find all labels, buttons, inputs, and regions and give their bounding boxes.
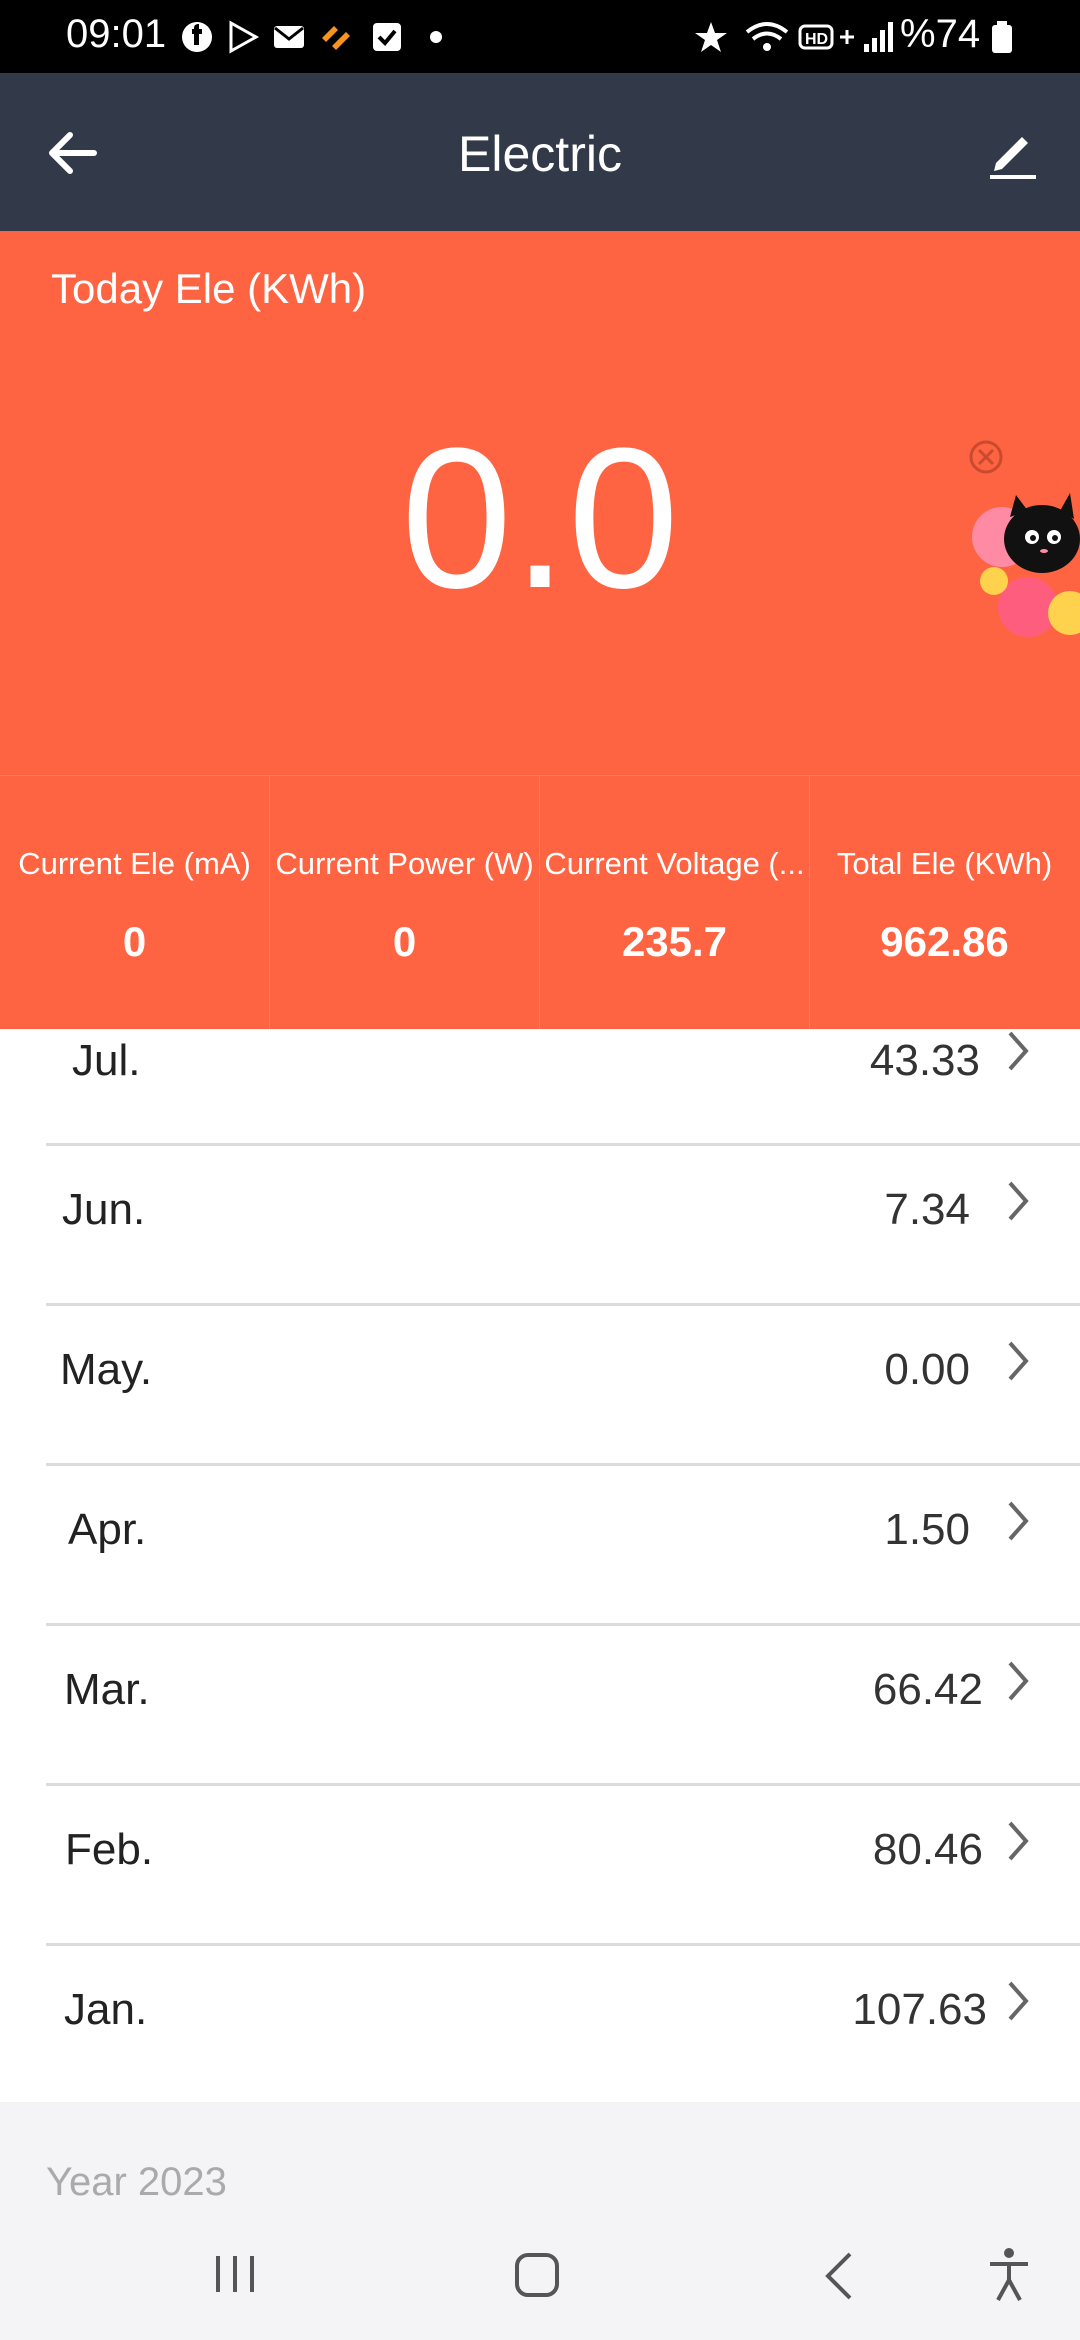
year-section-header: Year 2023 (46, 2160, 227, 2204)
stat-label: Current Power (W) (275, 846, 534, 881)
mail-icon (274, 26, 304, 48)
month-label: Apr. (68, 1505, 147, 1554)
list-item-apr[interactable]: Apr. 1.50 (0, 1465, 1080, 1625)
stat-label: Total Ele (KWh) (836, 846, 1053, 881)
list-item-jun[interactable]: Jun. 7.34 (0, 1145, 1080, 1305)
chevron-right-icon (1008, 1341, 1029, 1381)
month-label: Feb. (65, 1825, 154, 1874)
list-item-feb[interactable]: Feb. 80.46 (0, 1785, 1080, 1945)
recent-apps-icon[interactable] (210, 2252, 260, 2296)
play-store-icon (229, 20, 260, 54)
promo-cat-icon[interactable] (970, 477, 1080, 647)
chevron-right-icon (1008, 1181, 1029, 1221)
status-bar: 09:01 HD %74 (0, 0, 1080, 73)
battery-icon (992, 21, 1012, 53)
facebook-icon (182, 22, 212, 52)
chevron-right-icon (1008, 1031, 1029, 1071)
month-label: Jun. (62, 1185, 146, 1234)
month-label: Jan. (64, 1985, 148, 2034)
home-icon[interactable] (512, 2250, 562, 2300)
energy-summary-panel: Today Ele (KWh) 0.0 Current Ele (mA) 0 C… (0, 231, 1080, 1030)
list-item-may[interactable]: May. 0.00 (0, 1305, 1080, 1465)
top-app-bar: Electric (0, 73, 1080, 231)
hd-signal-icon: HD (798, 24, 854, 50)
stat-value: 235.7 (621, 918, 728, 965)
stat-label: Current Voltage (... (544, 846, 805, 881)
chevron-right-icon (1008, 1661, 1029, 1701)
page-title: Electric (458, 126, 622, 182)
monthly-energy-list: Jul. 43.33 Jun. 7.34 May. 0.00 Apr. 1.50… (0, 1029, 1080, 2102)
month-label: Mar. (64, 1665, 150, 1714)
month-value: 107.63 (852, 1985, 987, 2034)
month-value: 80.46 (872, 1825, 983, 1874)
month-label: Jul. (72, 1036, 141, 1085)
battery-percent: %74 (900, 12, 981, 56)
stat-value: 0 (392, 918, 417, 965)
chevron-right-icon (1008, 1821, 1029, 1861)
month-value: 7.34 (884, 1185, 970, 1234)
stat-value: 0 (122, 918, 147, 965)
list-item-jan[interactable]: Jan. 107.63 (0, 1945, 1080, 2105)
edit-pencil-icon[interactable] (984, 123, 1042, 181)
stat-label: Current Ele (mA) (18, 846, 251, 881)
month-value: 0.00 (884, 1345, 970, 1394)
close-circle-icon[interactable] (968, 439, 1004, 475)
list-item-mar[interactable]: Mar. 66.42 (0, 1625, 1080, 1785)
dot-icon (430, 31, 442, 43)
stat-value: 962.86 (880, 918, 1009, 965)
wifi-icon (745, 22, 789, 51)
app-notification-icon (322, 26, 350, 50)
svg-text:HD: HD (805, 31, 828, 48)
cell-signal-icon (864, 22, 893, 52)
accessibility-icon[interactable] (986, 2246, 1032, 2302)
today-energy-value: 0.0 (400, 407, 680, 630)
today-energy-label: Today Ele (KWh) (51, 265, 367, 312)
star-icon (695, 22, 727, 52)
checkbox-notification-icon (373, 23, 401, 51)
month-value: 66.42 (872, 1665, 983, 1714)
month-value: 1.50 (884, 1505, 970, 1554)
chevron-right-icon (1008, 1501, 1029, 1541)
status-time: 09:01 (66, 12, 167, 56)
list-item-jul[interactable]: Jul. 43.33 (0, 979, 1080, 1139)
back-nav-icon[interactable] (820, 2250, 860, 2302)
month-label: May. (60, 1345, 153, 1394)
month-value: 43.33 (869, 1036, 980, 1085)
chevron-right-icon (1008, 1981, 1029, 2021)
system-nav-bar (0, 2200, 1080, 2340)
